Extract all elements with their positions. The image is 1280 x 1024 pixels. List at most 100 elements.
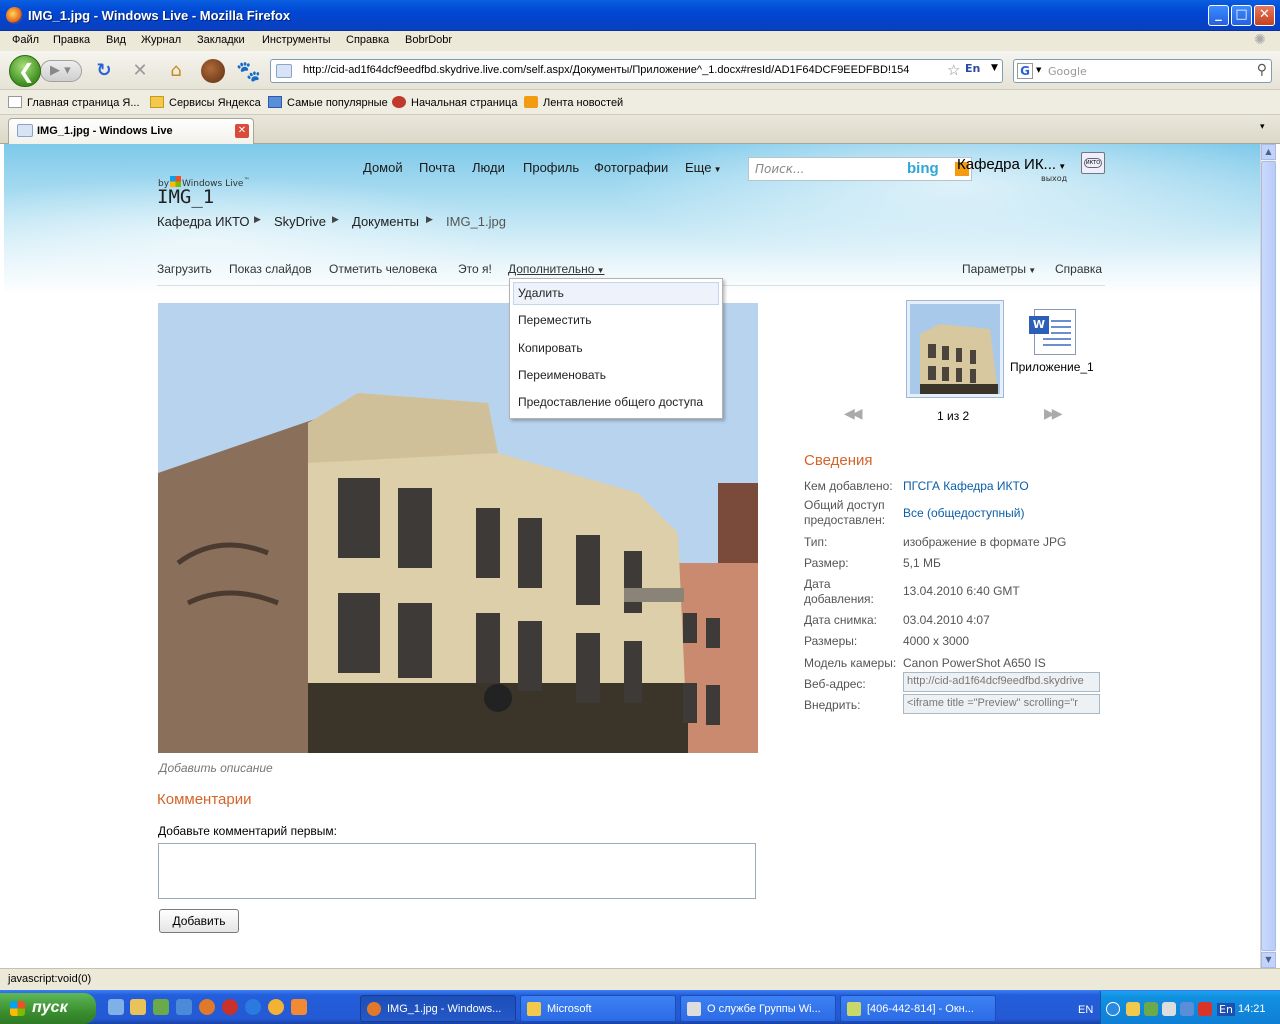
- input-language[interactable]: EN: [1078, 1004, 1093, 1016]
- taskbar-item-microsoft[interactable]: Microsoft: [520, 995, 676, 1022]
- nav-home[interactable]: Домой: [363, 160, 403, 175]
- maximize-button[interactable]: □: [1231, 5, 1252, 26]
- menu-tools[interactable]: Инструменты: [262, 34, 331, 46]
- slideshow-command[interactable]: Показ слайдов: [229, 262, 312, 276]
- next-icon[interactable]: ▶▶: [1044, 406, 1062, 422]
- add-description-link[interactable]: Добавить описание: [159, 761, 273, 775]
- breadcrumb-skydrive[interactable]: SkyDrive: [274, 214, 326, 229]
- quicklaunch-desktop-icon[interactable]: [108, 999, 124, 1015]
- web-address-field[interactable]: http://cid-ad1f64dcf9eedfbd.skydrive: [903, 672, 1100, 692]
- quicklaunch-folder-icon[interactable]: [130, 999, 146, 1015]
- more-command[interactable]: Дополнительно ▼: [508, 262, 605, 276]
- home-icon[interactable]: ⌂: [165, 60, 187, 82]
- tab-list-icon[interactable]: ▾: [1260, 122, 1265, 132]
- minimize-button[interactable]: _: [1208, 5, 1229, 26]
- menu-edit[interactable]: Правка: [53, 34, 90, 46]
- breadcrumb-documents[interactable]: Документы: [352, 214, 419, 229]
- bookmark-news-feed[interactable]: Лента новостей: [524, 96, 623, 109]
- bing-search-input[interactable]: Поиск... bing: [748, 157, 972, 181]
- search-bar[interactable]: G ▼ Google ⚲: [1013, 59, 1272, 83]
- menu-help[interactable]: Справка: [346, 34, 389, 46]
- menu-history[interactable]: Журнал: [141, 34, 181, 46]
- tray-icon[interactable]: [1126, 1002, 1140, 1016]
- add-comment-button[interactable]: Добавить: [159, 909, 239, 933]
- quicklaunch-player-icon[interactable]: [268, 999, 284, 1015]
- quicklaunch-ie-icon[interactable]: [176, 999, 192, 1015]
- nav-people[interactable]: Люди: [472, 160, 505, 175]
- url-dropdown-icon[interactable]: ▼: [991, 63, 998, 73]
- tray-language-indicator[interactable]: En: [1217, 1003, 1235, 1016]
- embed-code-field[interactable]: <iframe title ="Preview" scrolling="r: [903, 694, 1100, 714]
- scroll-down-icon[interactable]: ▼: [1261, 952, 1276, 968]
- bookmark-yandex-home[interactable]: Главная страница Я...: [8, 96, 140, 109]
- vertical-scrollbar[interactable]: ▲ ▼: [1260, 144, 1276, 968]
- quicklaunch-messenger-icon[interactable]: [291, 999, 307, 1015]
- nav-more[interactable]: Еще ▼: [685, 160, 722, 175]
- bookmark-star-icon[interactable]: ☆: [947, 61, 960, 79]
- nav-mail[interactable]: Почта: [419, 160, 455, 175]
- upload-command[interactable]: Загрузить: [157, 262, 212, 276]
- bookmark-yandex-services[interactable]: Сервисы Яндекса: [150, 96, 261, 109]
- forward-button[interactable]: ▶ ▾: [40, 60, 82, 82]
- menu-view[interactable]: Вид: [106, 34, 126, 46]
- thumbnail-current[interactable]: [906, 300, 1004, 398]
- quicklaunch-app-icon[interactable]: [153, 999, 169, 1015]
- menu-delete[interactable]: Удалить: [518, 286, 564, 300]
- thumbnail-doc-label[interactable]: Приложение_1: [1010, 360, 1094, 374]
- tray-icon[interactable]: [1180, 1002, 1194, 1016]
- menu-rename[interactable]: Переименовать: [518, 368, 606, 382]
- taskbar-item-groups[interactable]: О службе Группы Wi...: [680, 995, 836, 1022]
- sign-out-link[interactable]: выход: [1041, 174, 1067, 183]
- quicklaunch-firefox-icon[interactable]: [199, 999, 215, 1015]
- user-menu[interactable]: Кафедра ИК... ▼: [957, 156, 1066, 173]
- taskbar-item-firefox[interactable]: IMG_1.jpg - Windows...: [360, 995, 516, 1022]
- start-button[interactable]: пуск: [0, 993, 96, 1024]
- bookmark-most-popular[interactable]: Самые популярные: [268, 96, 388, 109]
- engine-dropdown-icon[interactable]: ▼: [1036, 66, 1041, 74]
- google-icon[interactable]: G: [1017, 63, 1033, 79]
- paw-icon[interactable]: 🐾: [236, 60, 261, 82]
- word-document-icon[interactable]: W: [1029, 309, 1076, 355]
- breadcrumb-kafedra[interactable]: Кафедра ИКТО: [157, 214, 250, 229]
- info-label: Дата снимка:: [804, 613, 878, 627]
- menu-bookmarks[interactable]: Закладки: [197, 34, 245, 46]
- back-button[interactable]: ❮: [9, 55, 41, 87]
- tray-icon[interactable]: [1144, 1002, 1158, 1016]
- quicklaunch-browser-icon[interactable]: [245, 999, 261, 1015]
- info-added-by-link[interactable]: ПГСГА Кафедра ИКТО: [903, 479, 1029, 493]
- url-text[interactable]: http://cid-ad1f64dcf9eedfbd.skydrive.liv…: [303, 64, 909, 76]
- reload-icon[interactable]: ↻: [93, 60, 115, 82]
- menu-bobrdobr[interactable]: BobrDobr: [405, 34, 452, 46]
- stop-icon[interactable]: ✕: [129, 60, 151, 82]
- nav-profile[interactable]: Профиль: [523, 160, 579, 175]
- menu-move[interactable]: Переместить: [518, 313, 592, 327]
- options-command[interactable]: Параметры ▼: [962, 262, 1036, 276]
- close-tab-icon[interactable]: ✕: [235, 124, 249, 138]
- avatar[interactable]: ИКТО: [1081, 152, 1105, 174]
- menu-copy[interactable]: Копировать: [518, 341, 583, 355]
- tag-person-command[interactable]: Отметить человека: [329, 262, 437, 276]
- info-label: Тип:: [804, 535, 828, 549]
- tab-img1[interactable]: IMG_1.jpg - Windows Live ✕: [8, 118, 254, 144]
- tray-expand-icon[interactable]: [1106, 1002, 1120, 1016]
- tray-antivirus-icon[interactable]: [1198, 1002, 1212, 1016]
- its-me-command[interactable]: Это я!: [458, 262, 492, 276]
- menu-share[interactable]: Предоставление общего доступа: [518, 395, 703, 409]
- help-command[interactable]: Справка: [1055, 262, 1102, 276]
- previous-icon[interactable]: ◀◀: [844, 406, 862, 422]
- info-sharing-link[interactable]: Все (общедоступный): [903, 506, 1024, 520]
- comment-textarea[interactable]: [158, 843, 756, 899]
- scrollbar-thumb[interactable]: [1261, 161, 1276, 951]
- search-icon[interactable]: ⚲: [1257, 62, 1267, 78]
- tray-icon[interactable]: [1162, 1002, 1176, 1016]
- scroll-up-icon[interactable]: ▲: [1261, 144, 1276, 160]
- window-titlebar[interactable]: IMG_1.jpg - Windows Live - Mozilla Firef…: [0, 0, 1280, 31]
- nav-photos[interactable]: Фотографии: [594, 160, 668, 175]
- bobrdobr-icon[interactable]: [201, 59, 225, 83]
- bookmark-start-page[interactable]: Начальная страница: [392, 96, 517, 109]
- taskbar-item-window[interactable]: [406-442-814] - Окн...: [840, 995, 996, 1022]
- quicklaunch-opera-icon[interactable]: [222, 999, 238, 1015]
- url-bar[interactable]: http://cid-ad1f64dcf9eedfbd.skydrive.liv…: [270, 59, 1003, 83]
- close-button[interactable]: ✕: [1254, 5, 1275, 26]
- menu-file[interactable]: Файл: [12, 34, 39, 46]
